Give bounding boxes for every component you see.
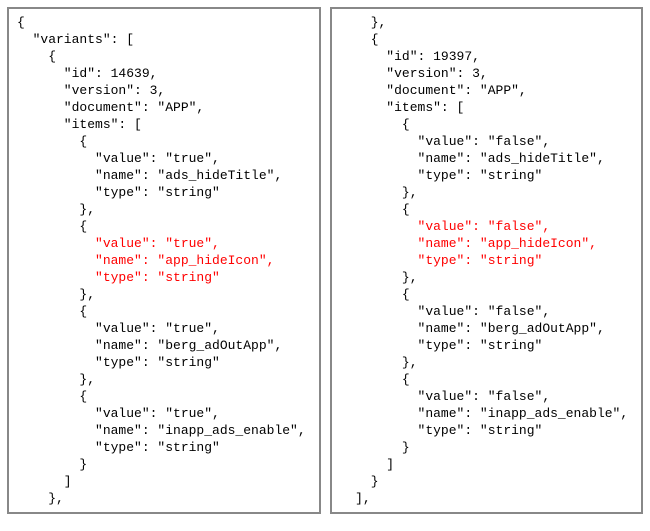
json-panel-right: }, { "id": 19397, "version": 3, "documen… xyxy=(330,7,644,514)
code-line: "value": "false", xyxy=(340,134,551,149)
code-line-highlight: "value": "true", xyxy=(17,236,220,251)
code-line: "variants": [ xyxy=(17,32,134,47)
code-line: "id": 19397, xyxy=(340,49,480,64)
code-line: }, xyxy=(17,372,95,387)
code-line: ] xyxy=(340,457,395,472)
code-line: ], xyxy=(340,491,371,506)
code-line: { xyxy=(17,389,87,404)
code-line: "type": "string" xyxy=(340,423,543,438)
code-line: "type": "string" xyxy=(17,440,220,455)
code-line: "type": "string" xyxy=(340,338,543,353)
code-line: } xyxy=(17,457,87,472)
code-line: } xyxy=(340,440,410,455)
code-line-highlight: "type": "string" xyxy=(340,253,543,268)
code-line: "value": "true", xyxy=(17,321,220,336)
code-line: }, xyxy=(17,287,95,302)
code-line: { xyxy=(17,49,56,64)
json-panel-left: { "variants": [ { "id": 14639, "version"… xyxy=(7,7,321,514)
code-line: }, xyxy=(17,491,64,506)
code-line: "name": "inapp_ads_enable", xyxy=(17,423,306,438)
code-line: "value": "false", xyxy=(340,304,551,319)
code-line: "version": 3, xyxy=(340,66,488,81)
code-line: } xyxy=(340,474,379,489)
code-line: "document": "APP", xyxy=(340,83,527,98)
code-line: "items": [ xyxy=(340,100,465,115)
code-line: { xyxy=(17,15,25,30)
code-line: { xyxy=(340,287,410,302)
code-line: "items": [ xyxy=(17,117,142,132)
code-line: "name": "ads_hideTitle", xyxy=(17,168,282,183)
code-line: "name": "inapp_ads_enable", xyxy=(340,406,629,421)
code-line: "name": "berg_adOutApp", xyxy=(340,321,605,336)
code-line: "type": "string" xyxy=(17,185,220,200)
code-line: { xyxy=(17,304,87,319)
code-line: { xyxy=(17,219,87,234)
code-line: { xyxy=(340,202,410,217)
code-line-highlight: "name": "app_hideIcon", xyxy=(340,236,597,251)
code-line: { xyxy=(340,372,410,387)
code-line: "version": 3, xyxy=(17,83,165,98)
code-line: ] xyxy=(17,474,72,489)
code-line-highlight: "name": "app_hideIcon", xyxy=(17,253,274,268)
code-line: "type": "string" xyxy=(340,168,543,183)
code-line: "document": "APP", xyxy=(17,100,204,115)
code-line: "value": "true", xyxy=(17,151,220,166)
code-line: "value": "true", xyxy=(17,406,220,421)
code-line: "type": "string" xyxy=(17,355,220,370)
code-line: { xyxy=(340,117,410,132)
code-line: "id": 14639, xyxy=(17,66,157,81)
code-line-highlight: "value": "false", xyxy=(340,219,551,234)
code-line: }, xyxy=(340,185,418,200)
code-line: }, xyxy=(340,270,418,285)
code-line: }, xyxy=(340,15,387,30)
code-line: "name": "berg_adOutApp", xyxy=(17,338,282,353)
code-line: }, xyxy=(17,202,95,217)
code-line: "value": "false", xyxy=(340,389,551,404)
code-line: { xyxy=(340,32,379,47)
code-line-highlight: "type": "string" xyxy=(17,270,220,285)
code-line: }, xyxy=(340,355,418,370)
code-line: { xyxy=(17,134,87,149)
code-line: "name": "ads_hideTitle", xyxy=(340,151,605,166)
